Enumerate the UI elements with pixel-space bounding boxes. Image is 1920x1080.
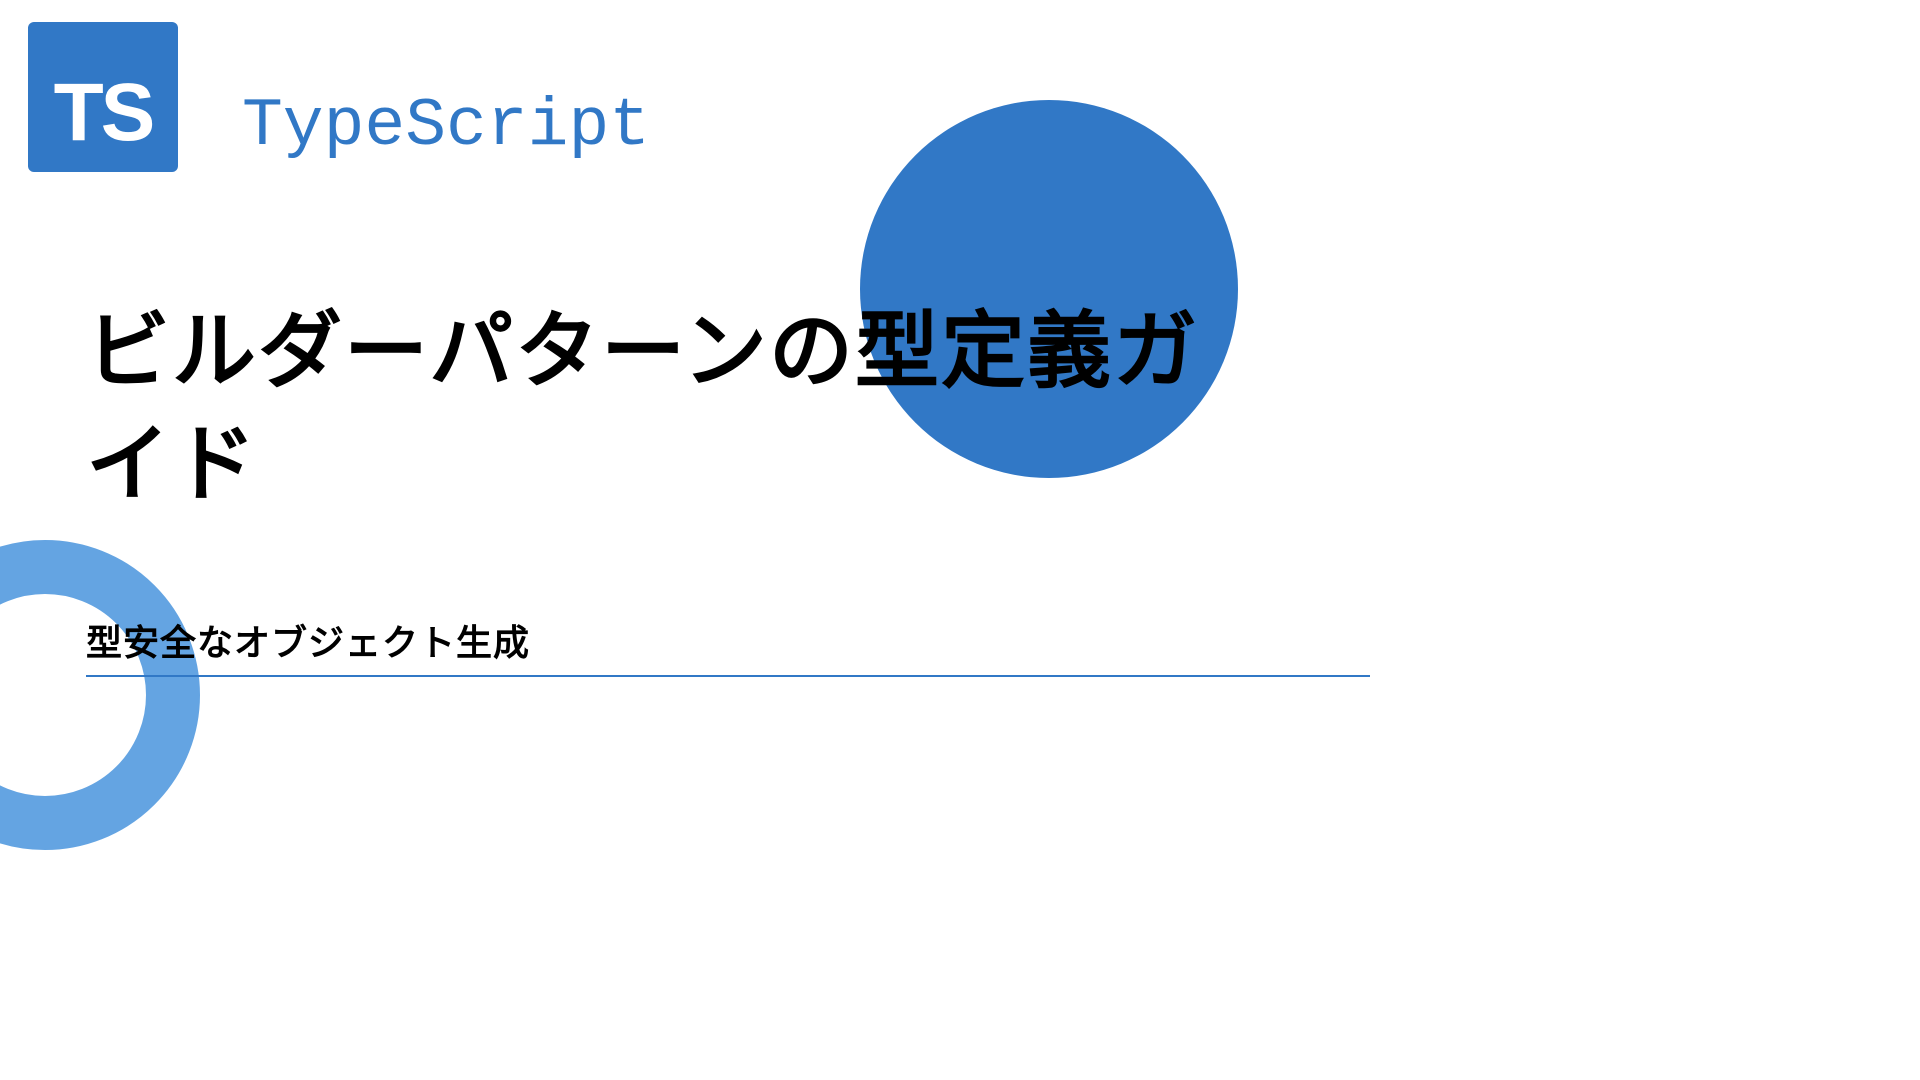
divider-line [86, 675, 1370, 677]
page-title: ビルダーパターンの型定義ガイド [86, 295, 1256, 522]
typescript-logo-icon: TS [28, 22, 178, 172]
logo-text: TS [54, 66, 153, 160]
typescript-label: TypeScript [242, 88, 650, 165]
page-subtitle: 型安全なオブジェクト生成 [86, 614, 530, 666]
decorative-ring [0, 540, 200, 850]
